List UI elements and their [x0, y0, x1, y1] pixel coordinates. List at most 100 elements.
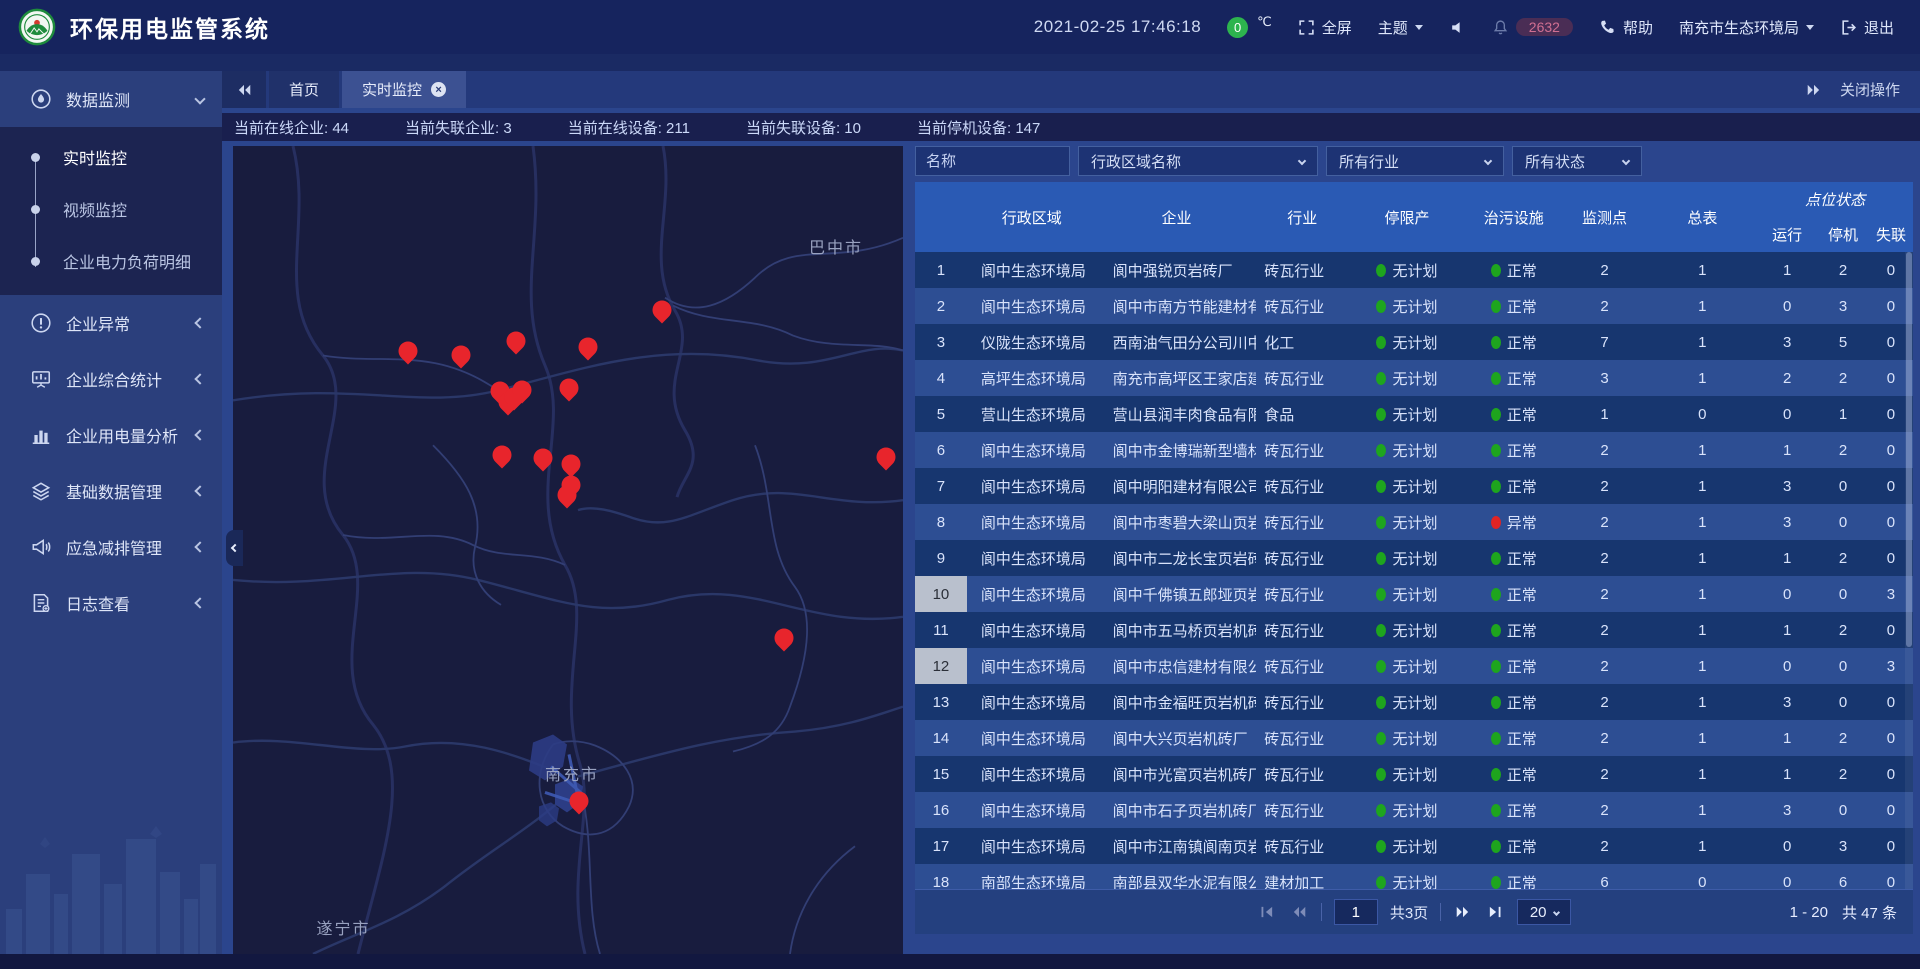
header-sub-strip	[0, 54, 1920, 71]
cell-stop: 6	[1817, 864, 1869, 889]
cell-facility: 正常	[1466, 396, 1562, 432]
cell-meter: 1	[1647, 324, 1757, 360]
status-green-icon	[1491, 588, 1501, 601]
table-row[interactable]: 16阆中生态环境局阆中市石子页岩机砖厂砖瓦行业无计划正常21300	[915, 792, 1913, 828]
tabs-scroll-right-icon[interactable]	[1806, 82, 1822, 98]
cell-limit: 无计划	[1348, 468, 1466, 504]
cell-run: 1	[1757, 540, 1817, 576]
cell-stop: 3	[1817, 288, 1869, 324]
cell-region: 南部生态环境局	[967, 864, 1097, 889]
table-row[interactable]: 8阆中生态环境局阆中市枣碧大梁山页岩砖瓦行业无计划异常21300	[915, 504, 1913, 540]
cell-limit: 无计划	[1348, 432, 1466, 468]
tab-home[interactable]: 首页	[269, 71, 339, 108]
status-green-icon	[1491, 372, 1501, 385]
logout-button[interactable]: 退出	[1840, 17, 1894, 38]
first-page-icon[interactable]	[1257, 902, 1277, 922]
sidebar-item-enterprise-abnormal[interactable]: 企业异常	[0, 295, 222, 351]
cell-region: 阆中生态环境局	[967, 684, 1097, 720]
sound-toggle[interactable]	[1449, 19, 1466, 36]
status-green-icon	[1491, 840, 1501, 853]
cell-facility: 正常	[1466, 468, 1562, 504]
cell-meter: 1	[1647, 612, 1757, 648]
cell-run: 1	[1757, 720, 1817, 756]
cell-stop: 3	[1817, 828, 1869, 864]
table-row[interactable]: 6阆中生态环境局阆中市金博瑞新型墙材砖瓦行业无计划正常21120	[915, 432, 1913, 468]
table-row[interactable]: 3仪陇生态环境局西南油气田分公司川中化工无计划正常71350	[915, 324, 1913, 360]
stat-item: 当前失联设备: 10	[746, 117, 861, 138]
close-operations-button[interactable]: 关闭操作	[1840, 79, 1900, 100]
notifications[interactable]: 2632	[1492, 18, 1573, 36]
fullscreen-button[interactable]: 全屏	[1298, 17, 1352, 38]
table-row[interactable]: 11阆中生态环境局阆中市五马桥页岩机砖砖瓦行业无计划正常21120	[915, 612, 1913, 648]
cell-run: 1	[1757, 432, 1817, 468]
chevron-left-icon	[194, 597, 205, 608]
cell-meter: 1	[1647, 756, 1757, 792]
help-button[interactable]: 帮助	[1599, 17, 1653, 38]
table-row[interactable]: 1阆中生态环境局阆中强锐页岩砖厂砖瓦行业无计划正常21120	[915, 252, 1913, 288]
page-size-select[interactable]: 20	[1517, 899, 1571, 925]
sidebar-item-enterprise-statistics[interactable]: 企业综合统计	[0, 351, 222, 407]
sidebar-subitem-2[interactable]: 企业电力负荷明细	[0, 235, 222, 287]
page-number-input[interactable]	[1334, 899, 1378, 925]
cell-facility: 正常	[1466, 540, 1562, 576]
table-row[interactable]: 13阆中生态环境局阆中市金福旺页岩机砖砖瓦行业无计划正常21300	[915, 684, 1913, 720]
sidebar-item-base-data[interactable]: 基础数据管理	[0, 463, 222, 519]
cell-facility: 正常	[1466, 252, 1562, 288]
status-filter-select[interactable]: 所有状态	[1512, 146, 1642, 176]
table-row[interactable]: 10阆中生态环境局阆中千佛镇五郎垭页岩砖瓦行业无计划正常21003	[915, 576, 1913, 612]
cell-no: 7	[915, 468, 967, 504]
industry-filter-select[interactable]: 所有行业	[1326, 146, 1504, 176]
cell-meter: 1	[1647, 828, 1757, 864]
cell-limit: 无计划	[1348, 540, 1466, 576]
next-page-icon[interactable]	[1453, 902, 1473, 922]
table-row[interactable]: 5营山生态环境局营山县润丰肉食品有限食品无计划正常10010	[915, 396, 1913, 432]
last-page-icon[interactable]	[1485, 902, 1505, 922]
cell-run: 3	[1757, 504, 1817, 540]
name-filter-input[interactable]	[915, 146, 1070, 176]
table-row[interactable]: 17阆中生态环境局阆中市江南镇阆南页岩砖瓦行业无计划正常21030	[915, 828, 1913, 864]
chevron-down-icon	[1552, 908, 1559, 915]
cell-run: 3	[1757, 684, 1817, 720]
cell-stop: 0	[1817, 468, 1869, 504]
cell-limit: 无计划	[1348, 684, 1466, 720]
region-filter-select[interactable]: 行政区域名称	[1078, 146, 1318, 176]
sidebar-item-log-view[interactable]: 日志查看	[0, 575, 222, 631]
enterprise-table: 行政区域 企业 行业 停限产 治污设施 监测点 总表 点位状态 运行	[915, 182, 1913, 889]
cell-company: 阆中市金福旺页岩机砖	[1097, 684, 1257, 720]
cell-meter: 1	[1647, 684, 1757, 720]
table-row[interactable]: 2阆中生态环境局阆中市南方节能建材有砖瓦行业无计划正常21030	[915, 288, 1913, 324]
theme-dropdown[interactable]: 主题	[1378, 17, 1423, 38]
cell-limit: 无计划	[1348, 792, 1466, 828]
table-row[interactable]: 12阆中生态环境局阆中市忠信建材有限公砖瓦行业无计划正常21003	[915, 648, 1913, 684]
sidebar-subitem-1[interactable]: 视频监控	[0, 183, 222, 235]
tab-close-icon[interactable]: ×	[431, 82, 446, 97]
cell-run: 1	[1757, 756, 1817, 792]
table-row[interactable]: 9阆中生态环境局阆中市二龙长宝页岩砖砖瓦行业无计划正常21120	[915, 540, 1913, 576]
map-city-label: 遂宁市	[317, 915, 371, 939]
sidebar-item-emergency-reduction[interactable]: 应急减排管理	[0, 519, 222, 575]
table-row[interactable]: 15阆中生态环境局阆中市光富页岩机砖厂砖瓦行业无计划正常21120	[915, 756, 1913, 792]
map-collapse-button[interactable]	[226, 530, 243, 566]
table-row[interactable]: 4高坪生态环境局南充市高坪区王家店建砖瓦行业无计划正常31220	[915, 360, 1913, 396]
table-row[interactable]: 14阆中生态环境局阆中大兴页岩机砖厂砖瓦行业无计划正常21120	[915, 720, 1913, 756]
table-row[interactable]: 7阆中生态环境局阆中明阳建材有限公司砖瓦行业无计划正常21300	[915, 468, 1913, 504]
status-green-icon	[1376, 300, 1386, 313]
tabs-scroll-left-icon[interactable]	[222, 71, 266, 108]
status-green-icon	[1491, 552, 1501, 565]
cell-industry: 砖瓦行业	[1256, 576, 1348, 612]
cell-facility: 正常	[1466, 648, 1562, 684]
table-row[interactable]: 18南部生态环境局南部县双华水泥有限公建材加工无计划正常60060	[915, 864, 1913, 889]
sidebar-item-power-usage-analysis[interactable]: 企业用电量分析	[0, 407, 222, 463]
table-scrollbar[interactable]	[1905, 252, 1913, 889]
sidebar-subitem-0[interactable]: 实时监控	[0, 131, 222, 183]
map-panel[interactable]: 巴中市南充市遂宁市	[233, 146, 903, 954]
cell-run: 3	[1757, 468, 1817, 504]
table-header: 行政区域 企业 行业 停限产 治污设施 监测点 总表 点位状态 运行	[915, 182, 1913, 252]
cell-facility: 正常	[1466, 684, 1562, 720]
org-dropdown[interactable]: 南充市生态环境局	[1679, 17, 1814, 38]
cell-limit: 无计划	[1348, 288, 1466, 324]
status-green-icon	[1376, 876, 1386, 889]
sidebar-item-data-monitor[interactable]: 数据监测	[0, 71, 222, 127]
prev-page-icon[interactable]	[1289, 902, 1309, 922]
tab-realtime-monitor[interactable]: 实时监控 ×	[342, 71, 466, 108]
